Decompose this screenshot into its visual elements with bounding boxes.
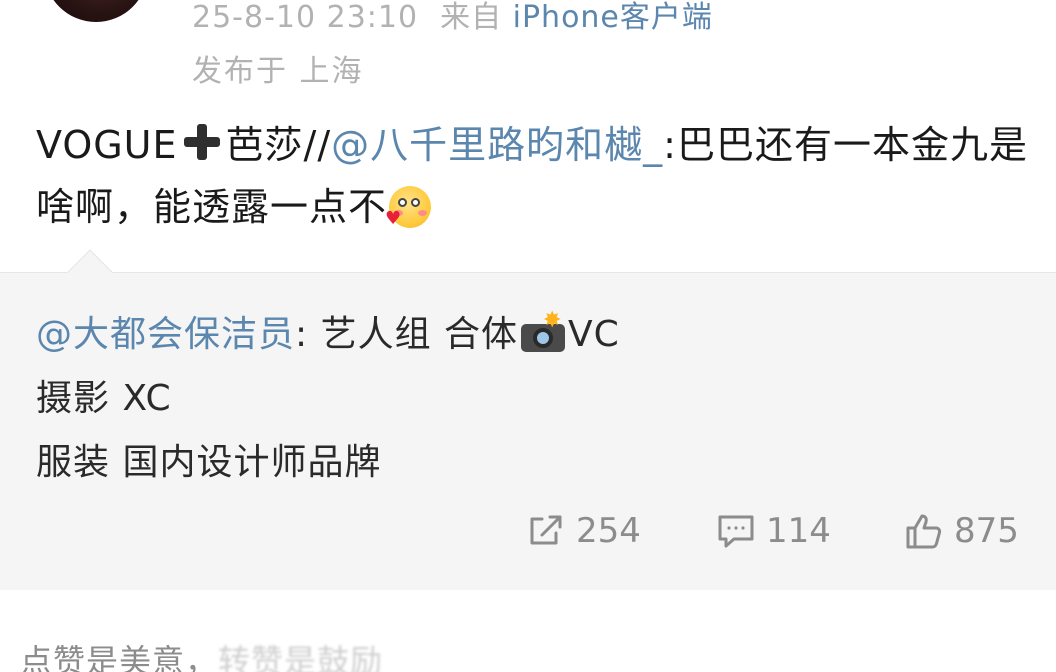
post-after-plus: 芭莎// [225, 123, 332, 167]
retweet-line-1: @大都会保洁员: 艺人组 合体 ✸ VC [36, 303, 1026, 367]
like-count: 875 [954, 511, 1019, 551]
post-timestamp: 25-8-10 23:10 [192, 0, 419, 35]
retweet-line1-text: : 艺人组 合体 [295, 314, 519, 355]
post-meta: 25-8-10 23:10 来自 iPhone客户端 [192, 0, 713, 36]
repost-count: 254 [576, 511, 641, 551]
comment-count: 114 [766, 511, 831, 551]
quote-pointer [67, 249, 113, 295]
post-location: 发布于 上海 [192, 54, 364, 89]
author-avatar[interactable] [44, 0, 148, 22]
bottom-caption-faded: 转赞是鼓励 [218, 642, 384, 672]
post-prefix: VOGUE [36, 123, 178, 167]
repost-button[interactable]: 254 [526, 511, 641, 551]
retweet-author-link[interactable]: @大都会保洁员 [36, 314, 295, 355]
bottom-caption: 点赞是美意，转赞是鼓励 [20, 636, 383, 672]
post-body: VOGUE 芭莎//@八千里路昀和樾_:巴巴还有一本金九是啥啊，能透露一点不 ♥ [36, 114, 1036, 238]
source-app-link[interactable]: iPhone客户端 [513, 0, 713, 35]
camera-flash-icon: ✸ [519, 310, 567, 354]
source-prefix: 来自 [440, 0, 503, 35]
thumbs-up-icon [906, 514, 942, 549]
repost-icon [530, 515, 562, 545]
heavy-plus-icon [180, 120, 224, 164]
retweet-line-2: 摄影 XC [36, 378, 172, 419]
retweet-line1-tail: VC [568, 314, 620, 355]
retweet-line-3: 服装 国内设计师品牌 [36, 442, 382, 483]
weibo-post-detail: 25-8-10 23:10 来自 iPhone客户端 发布于 上海 VOGUE 芭莎… [0, 0, 1056, 672]
blush-heart-emoji-icon: ♥ [385, 186, 432, 228]
comment-button[interactable]: 114 [716, 511, 831, 551]
like-button[interactable]: 875 [904, 511, 1019, 551]
retweeted-post[interactable]: @大都会保洁员: 艺人组 合体 ✸ VC 摄影 XC 服装 国内设计师品牌 254 [0, 249, 1056, 590]
retweet-action-bar: 254 114 875 [0, 511, 1056, 559]
post-mention-link[interactable]: @八千里路昀和樾_ [331, 123, 663, 167]
comment-icon [718, 515, 754, 548]
bottom-caption-text: 点赞是美意， [20, 642, 219, 672]
retweeted-text: @大都会保洁员: 艺人组 合体 ✸ VC 摄影 XC 服装 国内设计师品牌 [36, 303, 1026, 495]
